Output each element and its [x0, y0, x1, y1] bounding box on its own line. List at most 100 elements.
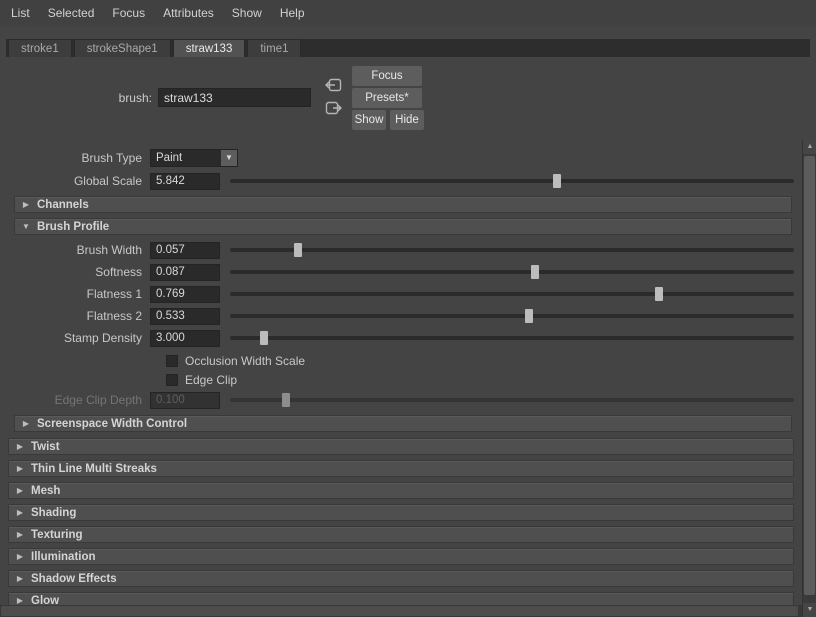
slider-track: [230, 314, 794, 318]
presets-button[interactable]: Presets*: [352, 88, 422, 108]
global-scale-slider[interactable]: [230, 173, 794, 189]
menu-focus[interactable]: Focus: [103, 0, 154, 26]
node-tab-bar: stroke1 strokeShape1 straw133 time1: [6, 39, 810, 57]
section-shading[interactable]: ▶ Shading: [8, 504, 794, 521]
row-brush-type: Brush Type Paint ▼: [0, 148, 802, 168]
horizontal-scrollbar-thumb[interactable]: [1, 606, 798, 616]
section-label: Twist: [31, 440, 60, 453]
vertical-scrollbar[interactable]: ▲ ▼: [802, 140, 816, 617]
section-screenspace-width-control[interactable]: ▶ Screenspace Width Control: [14, 415, 792, 432]
collapsed-arrow-icon: ▶: [16, 552, 24, 561]
flatness2-slider[interactable]: [230, 308, 794, 324]
horizontal-scrollbar[interactable]: [0, 605, 802, 617]
flatness1-field[interactable]: 0.769: [150, 285, 220, 303]
slider-handle[interactable]: [524, 309, 533, 323]
brush-width-label: Brush Width: [76, 243, 142, 257]
softness-label: Softness: [95, 265, 142, 279]
brush-width-slider[interactable]: [230, 242, 794, 258]
attribute-editor-window: List Selected Focus Attributes Show Help…: [0, 0, 816, 617]
collapsed-arrow-icon: ▶: [22, 200, 30, 209]
expanded-arrow-icon: ▼: [22, 222, 30, 231]
section-thin-line-multi-streaks[interactable]: ▶ Thin Line Multi Streaks: [8, 460, 794, 477]
menu-list[interactable]: List: [2, 0, 39, 26]
flatness2-label: Flatness 2: [86, 309, 142, 323]
slider-handle[interactable]: [530, 265, 539, 279]
row-softness: Softness 0.087: [0, 261, 802, 283]
brush-type-label: Brush Type: [81, 151, 142, 165]
copy-tab-icon[interactable]: [325, 78, 342, 92]
menu-show[interactable]: Show: [223, 0, 271, 26]
section-label: Shading: [31, 506, 77, 519]
menu-selected[interactable]: Selected: [39, 0, 104, 26]
brush-label: brush:: [118, 91, 152, 105]
stamp-density-label: Stamp Density: [63, 331, 142, 345]
row-brush-width: Brush Width 0.057: [0, 239, 802, 261]
flatness2-field[interactable]: 0.533: [150, 307, 220, 325]
softness-slider[interactable]: [230, 264, 794, 280]
softness-field[interactable]: 0.087: [150, 263, 220, 281]
slider-track: [230, 248, 794, 252]
row-edge-clip: Edge Clip: [0, 370, 802, 389]
global-scale-label: Global Scale: [73, 174, 142, 188]
section-texturing[interactable]: ▶ Texturing: [8, 526, 794, 543]
node-header: brush: Focus Presets* Show Hide: [0, 57, 816, 140]
section-twist[interactable]: ▶ Twist: [8, 438, 794, 455]
hide-button[interactable]: Hide: [390, 110, 424, 130]
global-scale-field[interactable]: 5.842: [150, 172, 220, 190]
menu-help[interactable]: Help: [271, 0, 314, 26]
section-shadow-effects[interactable]: ▶ Shadow Effects: [8, 570, 794, 587]
slider-handle[interactable]: [654, 287, 663, 301]
tab-time1[interactable]: time1: [247, 39, 302, 57]
tab-stroke1[interactable]: stroke1: [8, 39, 72, 57]
brush-width-field[interactable]: 0.057: [150, 241, 220, 259]
section-glow[interactable]: ▶ Glow: [8, 592, 794, 605]
break-tab-icon[interactable]: [325, 101, 342, 115]
section-brush-profile[interactable]: ▼ Brush Profile: [14, 218, 792, 235]
slider-handle[interactable]: [259, 331, 268, 345]
menubar: List Selected Focus Attributes Show Help: [0, 0, 816, 26]
flatness1-label: Flatness 1: [86, 287, 142, 301]
collapsed-arrow-icon: ▶: [16, 442, 24, 451]
vertical-scrollbar-thumb[interactable]: [804, 156, 815, 595]
stamp-density-slider[interactable]: [230, 330, 794, 346]
menu-attributes[interactable]: Attributes: [154, 0, 223, 26]
section-label: Thin Line Multi Streaks: [31, 462, 157, 475]
collapsed-arrow-icon: ▶: [22, 419, 30, 428]
edge-clip-label: Edge Clip: [185, 372, 238, 387]
row-edge-clip-depth: Edge Clip Depth 0.100: [0, 389, 802, 411]
brush-type-dropdown[interactable]: Paint ▼: [150, 149, 238, 167]
attributes-panel: Brush Type Paint ▼ Global Scale 5.842 ▶ …: [0, 140, 802, 605]
stamp-density-field[interactable]: 3.000: [150, 329, 220, 347]
slider-track: [230, 336, 794, 340]
slider-track: [230, 179, 794, 183]
edge-clip-checkbox[interactable]: [166, 373, 178, 386]
brush-name-input[interactable]: [158, 88, 311, 107]
slider-track: [230, 292, 794, 296]
section-label: Illumination: [31, 550, 96, 563]
focus-button[interactable]: Focus: [352, 66, 422, 86]
edge-clip-depth-label: Edge Clip Depth: [54, 393, 142, 407]
row-flatness1: Flatness 1 0.769: [0, 283, 802, 305]
collapsed-arrow-icon: ▶: [16, 508, 24, 517]
edge-clip-depth-field: 0.100: [150, 391, 220, 409]
section-illumination[interactable]: ▶ Illumination: [8, 548, 794, 565]
row-stamp-density: Stamp Density 3.000: [0, 327, 802, 349]
chevron-down-icon: ▼: [221, 150, 237, 166]
flatness1-slider[interactable]: [230, 286, 794, 302]
show-button[interactable]: Show: [352, 110, 386, 130]
collapsed-arrow-icon: ▶: [16, 596, 24, 605]
row-occlusion-width-scale: Occlusion Width Scale: [0, 351, 802, 370]
scroll-up-icon[interactable]: ▲: [803, 140, 816, 154]
tab-straw133[interactable]: straw133: [172, 39, 246, 57]
collapsed-arrow-icon: ▶: [16, 574, 24, 583]
slider-handle[interactable]: [293, 243, 302, 257]
section-label: Screenspace Width Control: [37, 417, 188, 430]
section-mesh[interactable]: ▶ Mesh: [8, 482, 794, 499]
slider-handle: [282, 393, 291, 407]
scroll-down-icon[interactable]: ▼: [803, 603, 816, 617]
section-label: Glow: [31, 594, 60, 606]
slider-handle[interactable]: [553, 174, 562, 188]
occlusion-width-scale-checkbox[interactable]: [166, 354, 178, 367]
tab-strokeshape1[interactable]: strokeShape1: [73, 39, 171, 57]
section-channels[interactable]: ▶ Channels: [14, 196, 792, 213]
